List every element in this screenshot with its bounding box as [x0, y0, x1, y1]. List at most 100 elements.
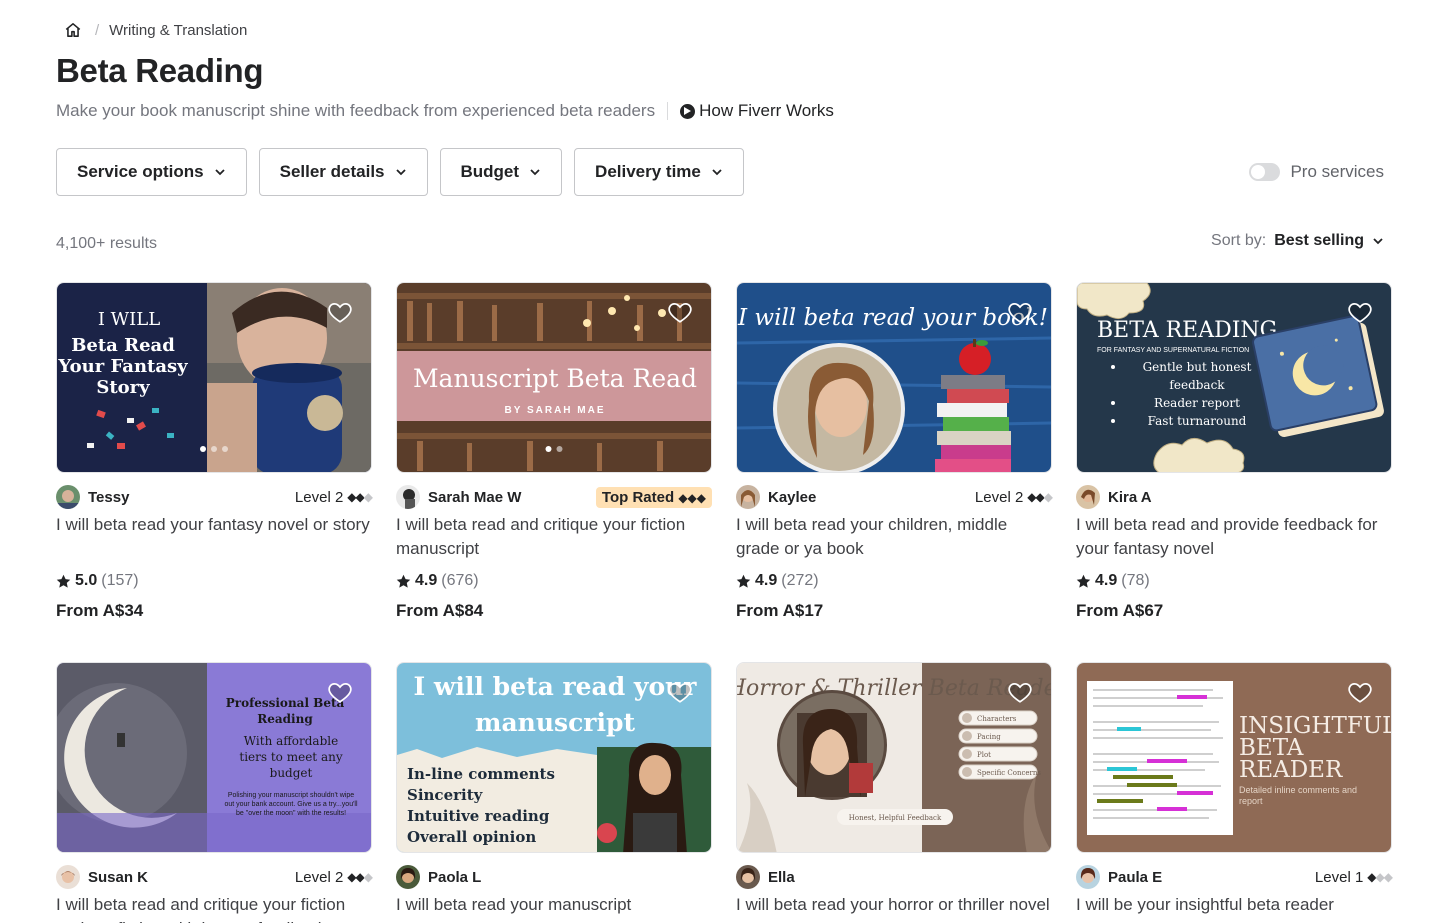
rating-count: (676): [441, 572, 479, 589]
gig-thumbnail[interactable]: I will beta read your manuscript In-line…: [396, 662, 712, 853]
sort-value[interactable]: Best selling: [1274, 232, 1364, 250]
thumb-text: Detailed inline comments and: [1239, 785, 1357, 795]
how-fiverr-works-link[interactable]: How Fiverr Works: [680, 101, 834, 121]
avatar[interactable]: [56, 485, 80, 509]
gig-title[interactable]: I will beta read your horror or thriller…: [736, 893, 1052, 923]
seller-name[interactable]: Sarah Mae W: [428, 489, 521, 506]
level-diamonds-icon: ◆◆◆: [347, 490, 373, 504]
play-icon: [680, 103, 696, 119]
gig-price[interactable]: From A$84: [396, 601, 712, 621]
heart-icon[interactable]: [667, 299, 693, 325]
avatar[interactable]: [1076, 485, 1100, 509]
heart-icon[interactable]: [1347, 679, 1373, 705]
gig-thumbnail[interactable]: Professional Beta Reading With affordabl…: [56, 662, 372, 853]
gig-card[interactable]: BETA READING FOR FANTASY AND SUPERNATURA…: [1076, 282, 1392, 621]
avatar[interactable]: [396, 865, 420, 889]
thumb-text: Story: [96, 377, 150, 398]
gig-card[interactable]: Professional Beta Reading With affordabl…: [56, 662, 373, 923]
seller-name[interactable]: Susan K: [88, 869, 148, 886]
gig-card[interactable]: I will beta read your book! Kaylee Level…: [736, 282, 1053, 621]
heart-icon[interactable]: [1347, 299, 1373, 325]
gig-card[interactable]: I will beta read your manuscript In-line…: [396, 662, 712, 923]
gig-card[interactable]: Manuscript Beta Read BY SARAH MAE Sarah …: [396, 282, 712, 621]
rating-count: (157): [101, 572, 139, 589]
rating-score: 4.9: [1095, 572, 1118, 589]
gig-title[interactable]: I will beta read and critique your ficti…: [396, 513, 712, 561]
seller-details-dropdown[interactable]: Seller details: [258, 148, 428, 196]
gig-thumbnail[interactable]: I WILL Beta Read Your Fantasy Story: [56, 282, 372, 473]
thumb-text: Your Fantasy: [57, 356, 188, 377]
service-options-dropdown[interactable]: Service options: [56, 148, 247, 196]
thumb-text: Beta Read: [71, 335, 175, 356]
avatar[interactable]: [736, 485, 760, 509]
seller-name[interactable]: Ella: [768, 869, 795, 886]
gig-card[interactable]: I WILL Beta Read Your Fantasy Story Tess…: [56, 282, 373, 621]
top-rated-badge: Top Rated ◆◆◆: [595, 486, 712, 508]
seller-level: Level 2 ◆◆◆: [294, 868, 373, 886]
carousel-dots[interactable]: [545, 446, 563, 452]
thumb-text: READER: [1239, 757, 1343, 783]
gig-thumbnail[interactable]: BETA READING FOR FANTASY AND SUPERNATURA…: [1076, 282, 1392, 473]
thumb-text: report: [1239, 796, 1263, 806]
seller-name[interactable]: Kira A: [1108, 489, 1152, 506]
heart-icon[interactable]: [1007, 679, 1033, 705]
gig-title[interactable]: I will be your insightful beta reader: [1076, 893, 1392, 923]
gig-card[interactable]: Horror & Thriller Beta Reader Characters…: [736, 662, 1052, 923]
heart-icon[interactable]: [1007, 299, 1033, 325]
toggle-switch[interactable]: [1249, 163, 1281, 181]
star-icon: [396, 574, 411, 588]
gig-card[interactable]: INSIGHTFUL BETA READER Detailed inline c…: [1076, 662, 1393, 923]
thumb-text: Overall opinion: [407, 828, 536, 846]
carousel-dots[interactable]: [200, 446, 228, 452]
seller-name[interactable]: Kaylee: [768, 489, 816, 506]
avatar[interactable]: [736, 865, 760, 889]
gig-price[interactable]: From A$34: [56, 601, 372, 621]
breadcrumb-separator: /: [95, 21, 100, 39]
thumb-text: Manuscript Beta Read: [413, 364, 697, 393]
seller-name[interactable]: Paola L: [428, 869, 481, 886]
sort-control[interactable]: Sort by: Best selling: [1211, 230, 1384, 252]
rating-count: (78): [1121, 572, 1150, 589]
thumb-text: Reader report: [1154, 396, 1240, 410]
delivery-time-label: Delivery time: [595, 162, 701, 181]
heart-icon[interactable]: [327, 299, 353, 325]
breadcrumb-category[interactable]: Writing & Translation: [109, 22, 247, 39]
gig-thumbnail[interactable]: INSIGHTFUL BETA READER Detailed inline c…: [1076, 662, 1392, 853]
seller-name[interactable]: Tessy: [88, 489, 129, 506]
gig-title[interactable]: I will beta read and provide feedback fo…: [1076, 513, 1392, 561]
avatar[interactable]: [1076, 865, 1100, 889]
gig-title[interactable]: I will beta read your fantasy novel or s…: [56, 513, 372, 561]
sort-label: Sort by:: [1211, 232, 1267, 249]
chevron-down-icon: [395, 166, 407, 178]
thumb-text: Gentle but honest: [1143, 360, 1252, 374]
divider: [667, 102, 669, 120]
star-icon: [56, 574, 71, 588]
gig-title[interactable]: I will beta read and critique your ficti…: [56, 893, 372, 923]
gig-thumbnail[interactable]: I will beta read your book!: [736, 282, 1052, 473]
heart-icon[interactable]: [667, 679, 693, 705]
gig-thumbnail[interactable]: Horror & Thriller Beta Reader Characters…: [736, 662, 1052, 853]
gig-rating: 4.9 (676): [396, 569, 712, 593]
thumb-text: budget: [270, 766, 313, 780]
seller-details-label: Seller details: [279, 162, 385, 181]
star-icon: [736, 574, 751, 588]
results-count: 4,100+ results: [56, 235, 157, 252]
gig-thumbnail[interactable]: Manuscript Beta Read BY SARAH MAE: [396, 282, 712, 473]
gig-price[interactable]: From A$67: [1076, 601, 1392, 621]
avatar[interactable]: [396, 485, 420, 509]
thumb-text: be "over the moon" with the results!: [236, 810, 346, 817]
gig-title[interactable]: I will beta read your manuscript: [396, 893, 712, 923]
gig-price[interactable]: From A$17: [736, 601, 1052, 621]
avatar[interactable]: [56, 865, 80, 889]
pro-services-toggle[interactable]: Pro services: [1249, 160, 1384, 184]
gig-title[interactable]: I will beta read your children, middle g…: [736, 513, 1052, 561]
thumb-text: Intuitive reading: [407, 807, 550, 825]
budget-label: Budget: [460, 162, 520, 181]
delivery-time-dropdown[interactable]: Delivery time: [574, 148, 744, 196]
heart-icon[interactable]: [327, 679, 353, 705]
budget-dropdown[interactable]: Budget: [439, 148, 563, 196]
seller-level: Level 2 ◆◆◆: [974, 488, 1053, 506]
chevron-down-icon: [1372, 235, 1384, 247]
seller-name[interactable]: Paula E: [1108, 869, 1162, 886]
home-icon[interactable]: [64, 21, 82, 39]
